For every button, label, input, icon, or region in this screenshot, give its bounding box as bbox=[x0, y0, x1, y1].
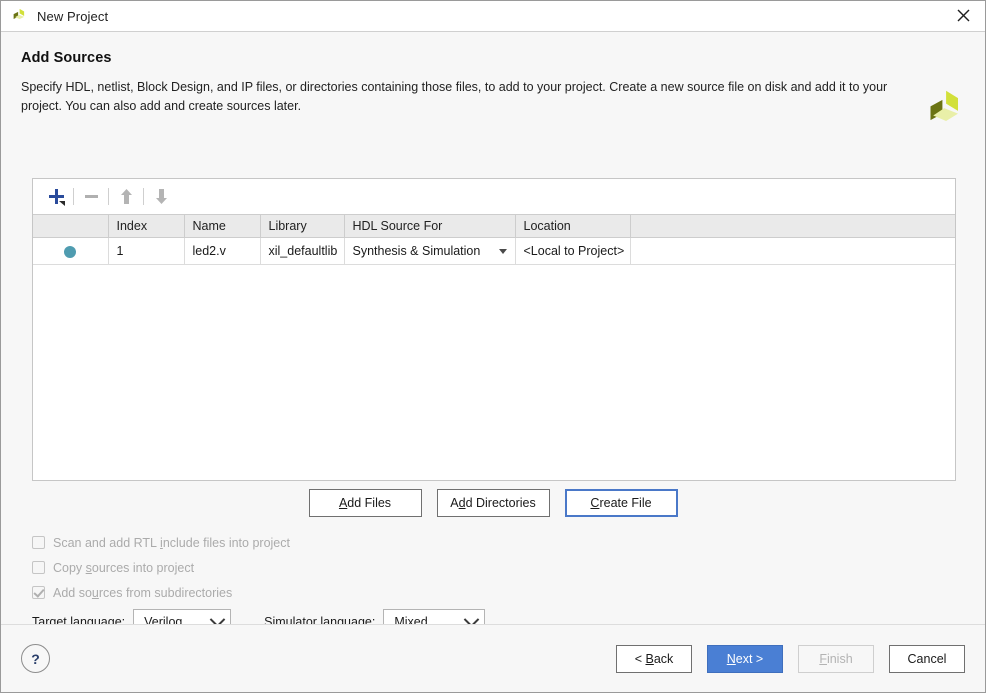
sources-panel: Index Name Library HDL Source For Locati… bbox=[32, 178, 956, 481]
create-file-mnemonic: C bbox=[590, 496, 600, 510]
help-button[interactable]: ? bbox=[21, 644, 50, 673]
new-project-dialog: New Project Add Sources Specify HDL, net… bbox=[0, 0, 986, 693]
column-header-filler bbox=[630, 214, 955, 238]
toolbar-separator-2 bbox=[108, 188, 109, 205]
option-scan-rtl-include[interactable]: Scan and add RTL include files into proj… bbox=[32, 530, 290, 555]
row-filler-cell bbox=[630, 237, 955, 265]
back-button[interactable]: < Back bbox=[616, 644, 692, 673]
add-files-mnemonic: A bbox=[338, 496, 348, 510]
close-icon bbox=[957, 9, 969, 22]
source-options: Scan and add RTL include files into proj… bbox=[32, 530, 290, 605]
add-directories-prefix: A bbox=[450, 496, 459, 510]
row-hdl-source-for-cell[interactable]: Synthesis & Simulation bbox=[344, 237, 516, 265]
create-file-button[interactable]: Create File bbox=[564, 489, 678, 517]
cancel-button[interactable]: Cancel bbox=[889, 644, 965, 673]
move-source-up-button[interactable] bbox=[111, 184, 141, 210]
arrow-down-icon bbox=[155, 189, 167, 204]
option-copy-sources-label: Copy sources into project bbox=[53, 560, 195, 575]
next-label: ext > bbox=[735, 651, 764, 666]
row-name-cell: led2.v bbox=[184, 237, 261, 265]
column-header-status[interactable] bbox=[33, 214, 109, 238]
column-header-library[interactable]: Library bbox=[260, 214, 345, 238]
row-status-cell bbox=[33, 237, 109, 265]
move-source-down-button[interactable] bbox=[146, 184, 176, 210]
finish-button: Finish bbox=[798, 644, 874, 673]
table-row[interactable]: 1 led2.v xil_defaultlib Synthesis & Simu… bbox=[33, 237, 955, 265]
add-directories-label: d Directories bbox=[465, 496, 536, 510]
hdl-source-for-dropdown[interactable]: Synthesis & Simulation bbox=[353, 238, 515, 264]
checkbox-scan-rtl-include[interactable] bbox=[32, 536, 45, 549]
finish-label: inish bbox=[826, 651, 853, 666]
add-files-label: dd Files bbox=[347, 496, 392, 510]
xilinx-logo-icon bbox=[13, 8, 25, 20]
option-add-subdirectories-label: Add sources from subdirectories bbox=[53, 585, 233, 600]
create-file-label: reate File bbox=[599, 496, 652, 510]
source-action-buttons: Add Files Add Directories Create File bbox=[1, 489, 985, 517]
next-mnemonic: N bbox=[726, 651, 736, 666]
sources-toolbar bbox=[33, 179, 955, 214]
toolbar-separator-3 bbox=[143, 188, 144, 205]
row-library-cell[interactable]: xil_defaultlib bbox=[260, 237, 345, 265]
dialog-footer: ? < Back Next > Finish Cancel bbox=[1, 624, 985, 692]
page-title: Add Sources bbox=[21, 50, 112, 66]
page-description: Specify HDL, netlist, Block Design, and … bbox=[21, 80, 888, 113]
option-add-subdirectories[interactable]: Add sources from subdirectories bbox=[32, 580, 290, 605]
finish-mnemonic: F bbox=[819, 651, 827, 666]
wizard-navigation-buttons: < Back Next > Finish Cancel bbox=[616, 644, 965, 673]
checkbox-add-subdirectories[interactable] bbox=[32, 586, 45, 599]
dialog-content: Add Sources Specify HDL, netlist, Block … bbox=[1, 32, 985, 635]
row-index-cell: 1 bbox=[108, 237, 185, 265]
add-directories-mnemonic: d bbox=[458, 496, 466, 510]
add-files-button[interactable]: Add Files bbox=[308, 489, 422, 517]
hdl-source-for-value: Synthesis & Simulation bbox=[352, 244, 481, 258]
close-window-button[interactable] bbox=[941, 1, 985, 30]
status-dot-icon bbox=[64, 245, 77, 258]
table-header-row: Index Name Library HDL Source For Locati… bbox=[33, 214, 955, 238]
sources-table-empty-area bbox=[33, 265, 955, 480]
row-location-cell: <Local to Project> bbox=[515, 237, 631, 265]
title-bar: New Project bbox=[1, 1, 985, 32]
column-header-hdl-source-for[interactable]: HDL Source For bbox=[344, 214, 516, 238]
minus-icon bbox=[84, 195, 98, 198]
back-mnemonic: B bbox=[645, 651, 654, 666]
next-button[interactable]: Next > bbox=[707, 644, 783, 673]
sources-table: Index Name Library HDL Source For Locati… bbox=[33, 214, 955, 265]
window-title: New Project bbox=[37, 8, 109, 24]
column-header-location[interactable]: Location bbox=[515, 214, 631, 238]
option-copy-sources[interactable]: Copy sources into project bbox=[32, 555, 290, 580]
arrow-up-icon bbox=[120, 189, 132, 204]
add-directories-button[interactable]: Add Directories bbox=[436, 489, 550, 517]
toolbar-separator-1 bbox=[73, 188, 74, 205]
add-source-button[interactable] bbox=[41, 184, 71, 210]
xilinx-brand-logo bbox=[930, 90, 958, 121]
checkbox-copy-sources[interactable] bbox=[32, 561, 45, 574]
remove-source-button[interactable] bbox=[76, 184, 106, 210]
column-header-name[interactable]: Name bbox=[184, 214, 261, 238]
option-scan-rtl-include-label: Scan and add RTL include files into proj… bbox=[53, 535, 290, 550]
back-prefix: < bbox=[634, 651, 646, 666]
column-header-index[interactable]: Index bbox=[108, 214, 185, 238]
back-label: ack bbox=[653, 651, 674, 666]
chevron-down-icon bbox=[498, 248, 507, 254]
plus-icon bbox=[48, 189, 65, 206]
